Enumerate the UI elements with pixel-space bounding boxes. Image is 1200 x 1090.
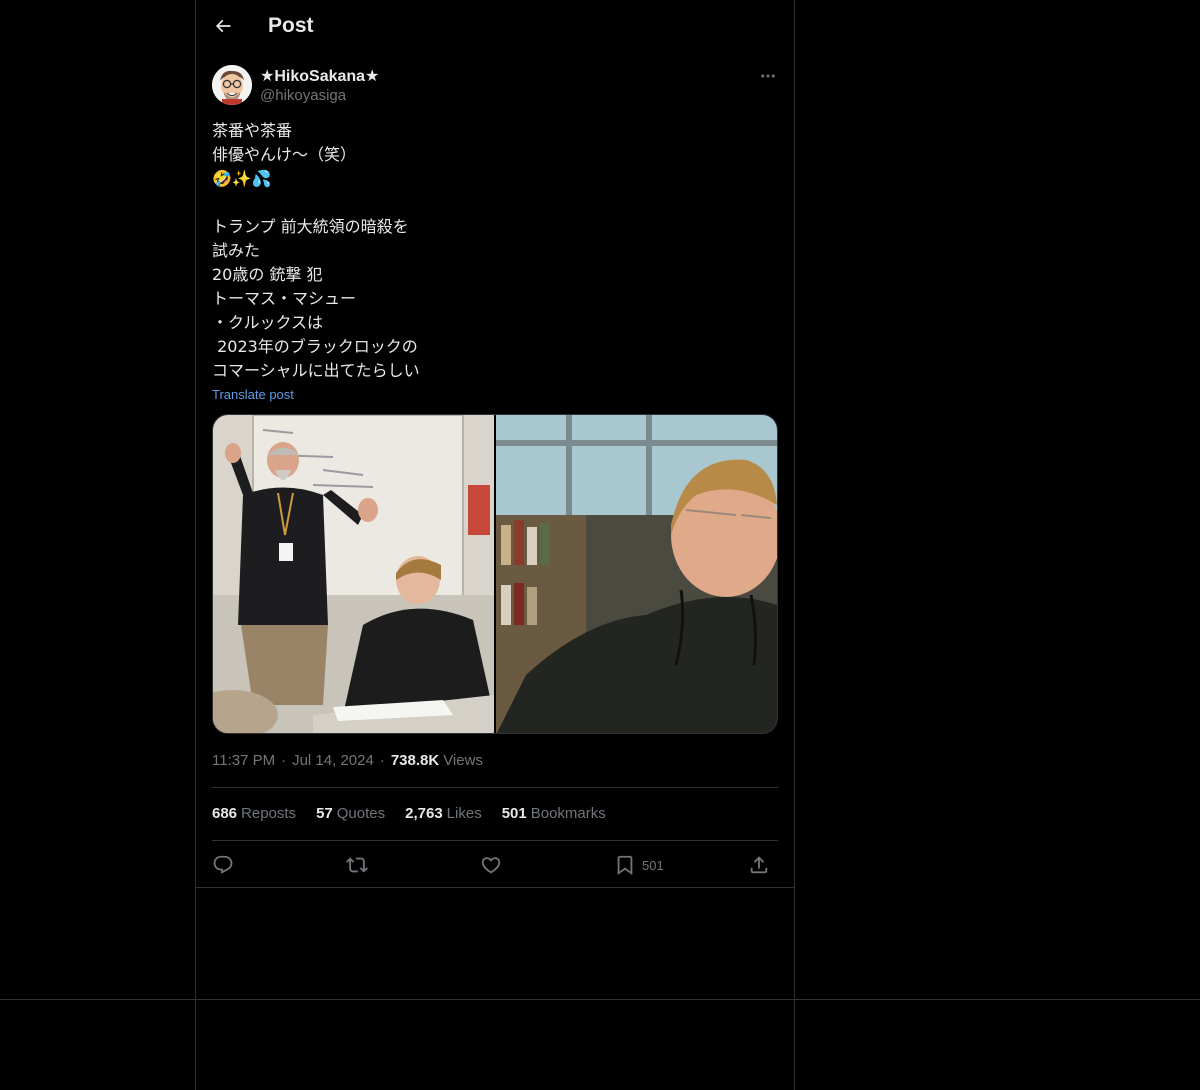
arrow-left-icon [215,19,231,33]
bookmarks-stat[interactable]: 501 Bookmarks [502,805,606,822]
timeline-separator [0,999,1200,1000]
top-bar: Post [196,0,794,53]
reply-icon [213,855,233,874]
page-title: Post [268,14,314,37]
media-grid [212,414,778,734]
more-options-button[interactable] [756,64,780,88]
cartoon-avatar-icon [212,65,252,105]
more-horizontal-icon [761,74,775,78]
bookmark-count: 501 [642,857,664,873]
post-date[interactable]: Jul 14, 2024 [292,752,374,769]
reposts-stat[interactable]: 686 Reposts [212,805,296,822]
classroom-photo [213,415,494,733]
divider [212,787,778,788]
post-time[interactable]: 11:37 PM [212,752,275,769]
heart-icon [481,857,501,874]
post-line: トランプ 前大統領の暗殺を [212,217,409,236]
post-line-blank [212,191,772,215]
action-bar: 501 [212,850,778,880]
repost-button[interactable] [346,850,368,880]
post-line: 試みた [212,241,261,260]
closeup-photo [496,415,777,733]
reply-button[interactable] [212,850,234,880]
bookmarks-label: Bookmarks [530,805,606,822]
bookmark-button[interactable]: 501 [614,850,664,880]
post-line: 20歳の 銃撃 犯 [212,265,323,284]
share-button[interactable] [748,850,770,880]
views-count: 738.8K [390,752,440,769]
translate-post-link[interactable]: Translate post [212,387,294,402]
post-line: 茶番や茶番 [212,121,293,140]
author-handle[interactable]: @hikoyasiga [260,87,346,104]
quotes-label: Quotes [336,805,386,822]
post-line: コマーシャルに出てたらしい [212,361,420,380]
views-label: Views [443,752,483,769]
repost-icon [346,857,368,873]
post-line: ・クルックスは [212,313,324,332]
likes-count: 2,763 [405,805,443,822]
post-line: 俳優やんけ〜（笑） [212,145,357,164]
post-line: 2023年のブラックロックの [212,337,418,356]
primary-column: Post ★HikoSakana★ @hikoyasiga 茶番や茶番 俳優やん… [195,0,795,1090]
engagement-stats: 686 Reposts 57 Quotes 2,763 Likes 501 Bookma… [212,805,606,822]
separator-dot: · [281,752,287,769]
like-button[interactable] [480,850,502,880]
separator-dot: · [379,752,385,769]
media-image-closeup[interactable] [496,415,777,733]
post-bottom-border [196,887,794,888]
media-image-classroom[interactable] [213,415,494,733]
likes-label: Likes [446,805,482,822]
bookmarks-count: 501 [501,805,527,822]
avatar[interactable] [212,65,252,105]
divider [212,840,778,841]
post-line: トーマス・マシュー [212,289,357,308]
post-line: 🤣✨💦 [212,169,272,188]
share-icon [750,856,768,874]
author-display-name[interactable]: ★HikoSakana★ [260,66,379,86]
bookmark-icon [617,855,633,876]
back-button[interactable] [208,11,238,41]
reposts-label: Reposts [241,805,297,822]
quotes-count: 57 [316,805,333,822]
post-text: 茶番や茶番 俳優やんけ〜（笑） 🤣✨💦 トランプ 前大統領の暗殺を 試みた 20… [212,119,772,383]
reposts-count: 686 [212,805,238,822]
quotes-stat[interactable]: 57 Quotes [316,805,385,822]
post-meta: 11:37 PM · Jul 14, 2024 · 738.8K Views [212,752,483,769]
likes-stat[interactable]: 2,763 Likes [405,805,482,822]
